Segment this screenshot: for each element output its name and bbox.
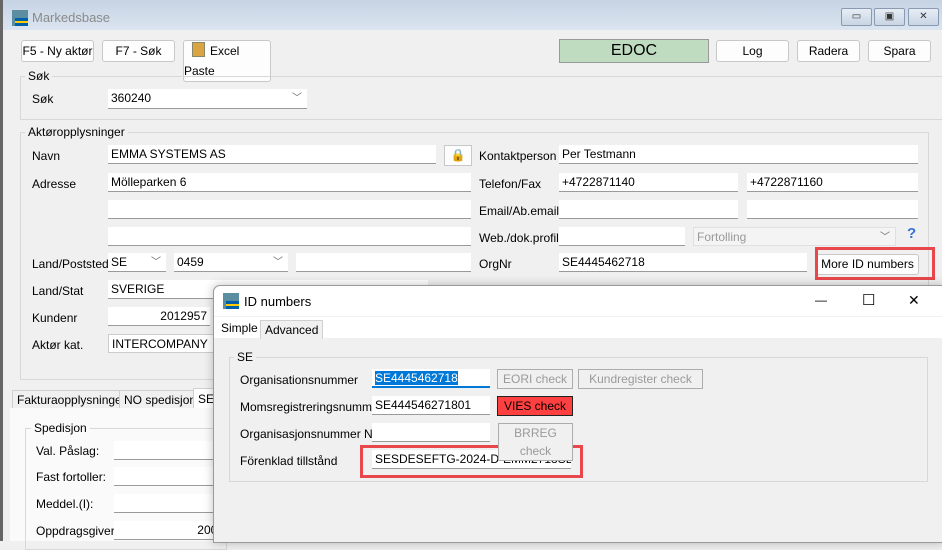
orgnr-input[interactable]: SE4445462718 (559, 253, 807, 272)
doc-profile-combo[interactable]: Fortolling ﹀ (693, 227, 896, 246)
phone-input[interactable]: +4722871140 (559, 173, 738, 192)
message-input[interactable] (114, 494, 224, 513)
phone-label: Telefon/Fax (479, 177, 542, 191)
search-value: 360240 (111, 91, 152, 105)
doc-profile-value: Fortolling (697, 230, 747, 244)
address-input-1[interactable]: Mölleparken 6 (108, 173, 471, 192)
fixed-broker-input[interactable] (114, 467, 224, 486)
chevron-down-icon: ﹀ (273, 257, 283, 268)
markup-input[interactable] (114, 441, 224, 460)
country-state-label: Land/Stat (32, 284, 84, 298)
app-icon (12, 10, 28, 26)
simplified-label: Förenklad tillstånd (240, 454, 338, 468)
lock-icon[interactable]: 🔒 (444, 145, 472, 166)
customer-label: Kundenr (32, 311, 78, 325)
highlight-box (815, 247, 935, 280)
chevron-down-icon: ﹀ (880, 232, 890, 243)
tab-no-spedition[interactable]: NO spedisjon (119, 390, 202, 409)
client-input[interactable]: 2000 (114, 521, 224, 540)
vies-check-button[interactable]: VIES check (497, 396, 573, 416)
customer-input[interactable]: 2012957 (108, 307, 210, 326)
delete-button[interactable]: Radera (797, 40, 860, 62)
place-input[interactable] (296, 253, 471, 272)
vat-input[interactable]: SE444546271801 (372, 396, 490, 415)
contact-input[interactable]: Per Testmann (559, 145, 918, 164)
tab-simple[interactable]: Simple (216, 317, 263, 338)
dialog-title: ID numbers (244, 294, 312, 309)
tab-advanced[interactable]: Advanced (260, 320, 324, 339)
org-no-input[interactable] (372, 423, 490, 442)
postcode-value: 0459 (177, 255, 204, 269)
search-label: Søk (32, 92, 54, 106)
name-input[interactable]: EMMA SYSTEMS AS (108, 145, 436, 164)
chevron-down-icon: ﹀ (292, 93, 302, 104)
contact-label: Kontaktperson (479, 149, 557, 163)
address-input-2[interactable] (108, 200, 471, 219)
message-label: Meddel.(I): (36, 497, 94, 511)
address-input-3[interactable] (108, 227, 471, 246)
dialog-maximize-button[interactable]: ☐ (862, 291, 875, 309)
kundregister-check-button[interactable]: Kundregister check (578, 369, 703, 389)
title-bar: Markedsbase ▭ ▣ ✕ (0, 0, 942, 30)
close-button[interactable]: ✕ (908, 8, 939, 26)
web-label: Web./dok.profil (479, 231, 559, 245)
address-label: Adresse (32, 177, 77, 191)
chevron-down-icon: ﹀ (151, 257, 161, 268)
postcode-combo[interactable]: 0459 ﹀ (174, 253, 288, 272)
country-post-label: Land/Poststed (32, 257, 109, 271)
maximize-button[interactable]: ▣ (874, 8, 905, 26)
log-button[interactable]: Log (716, 40, 789, 62)
org-no-label: Organisasjonsnummer NO (240, 427, 383, 441)
search-button[interactable]: F7 - Søk (102, 40, 175, 62)
se-group-title: SE (234, 350, 257, 364)
actor-group-title: Aktøropplysninger (25, 125, 128, 139)
org-input[interactable]: SE4445462718 (372, 369, 490, 388)
minimize-button[interactable]: ▭ (841, 8, 872, 26)
country-combo[interactable]: SE ﹀ (108, 253, 166, 272)
window-border (0, 0, 3, 541)
dialog-close-button[interactable]: ✕ (908, 292, 920, 309)
spedition-title: Spedisjon (31, 421, 90, 435)
orgnr-label: OrgNr (479, 257, 512, 271)
tab-invoice[interactable]: Fakturaopplysninger (12, 390, 131, 409)
clipboard-icon (192, 42, 205, 57)
org-label: Organisationsnummer (240, 373, 359, 387)
category-label: Aktør kat. (32, 338, 84, 352)
fixed-broker-label: Fast fortoller: (36, 470, 107, 484)
brreg-check-button[interactable]: BRREG check (498, 423, 573, 461)
save-button[interactable]: Spara (868, 40, 931, 62)
country-value: SE (111, 255, 128, 269)
vat-label: Momsregistreringsnummer (240, 400, 383, 414)
window-title: Markedsbase (32, 10, 111, 25)
search-group-title: Søk (25, 69, 53, 83)
search-combo[interactable]: 360240 ﹀ (108, 89, 307, 109)
email-input[interactable] (559, 200, 738, 219)
markup-label: Val. Påslag: (36, 444, 100, 458)
dialog-minimize-button[interactable]: — (815, 293, 827, 307)
edoc-button[interactable]: EDOC (559, 39, 709, 63)
name-label: Navn (32, 149, 61, 163)
new-actor-button[interactable]: F5 - Ny aktør (21, 40, 94, 62)
client-label: Oppdragsgiver: (36, 524, 119, 538)
help-icon[interactable]: ? (907, 225, 916, 242)
id-numbers-dialog: ID numbers — ☐ ✕ Simple Advanced SE Orga… (213, 285, 942, 543)
email-label: Email/Ab.email (479, 204, 560, 218)
ab-email-input[interactable] (747, 200, 918, 219)
app-icon (223, 293, 239, 309)
web-input[interactable] (559, 227, 685, 246)
org-value: SE4445462718 (375, 371, 458, 385)
dialog-title-bar: ID numbers — ☐ ✕ (214, 286, 942, 316)
fax-input[interactable]: +4722871160 (747, 173, 918, 192)
eori-check-button[interactable]: EORI check (497, 369, 573, 389)
